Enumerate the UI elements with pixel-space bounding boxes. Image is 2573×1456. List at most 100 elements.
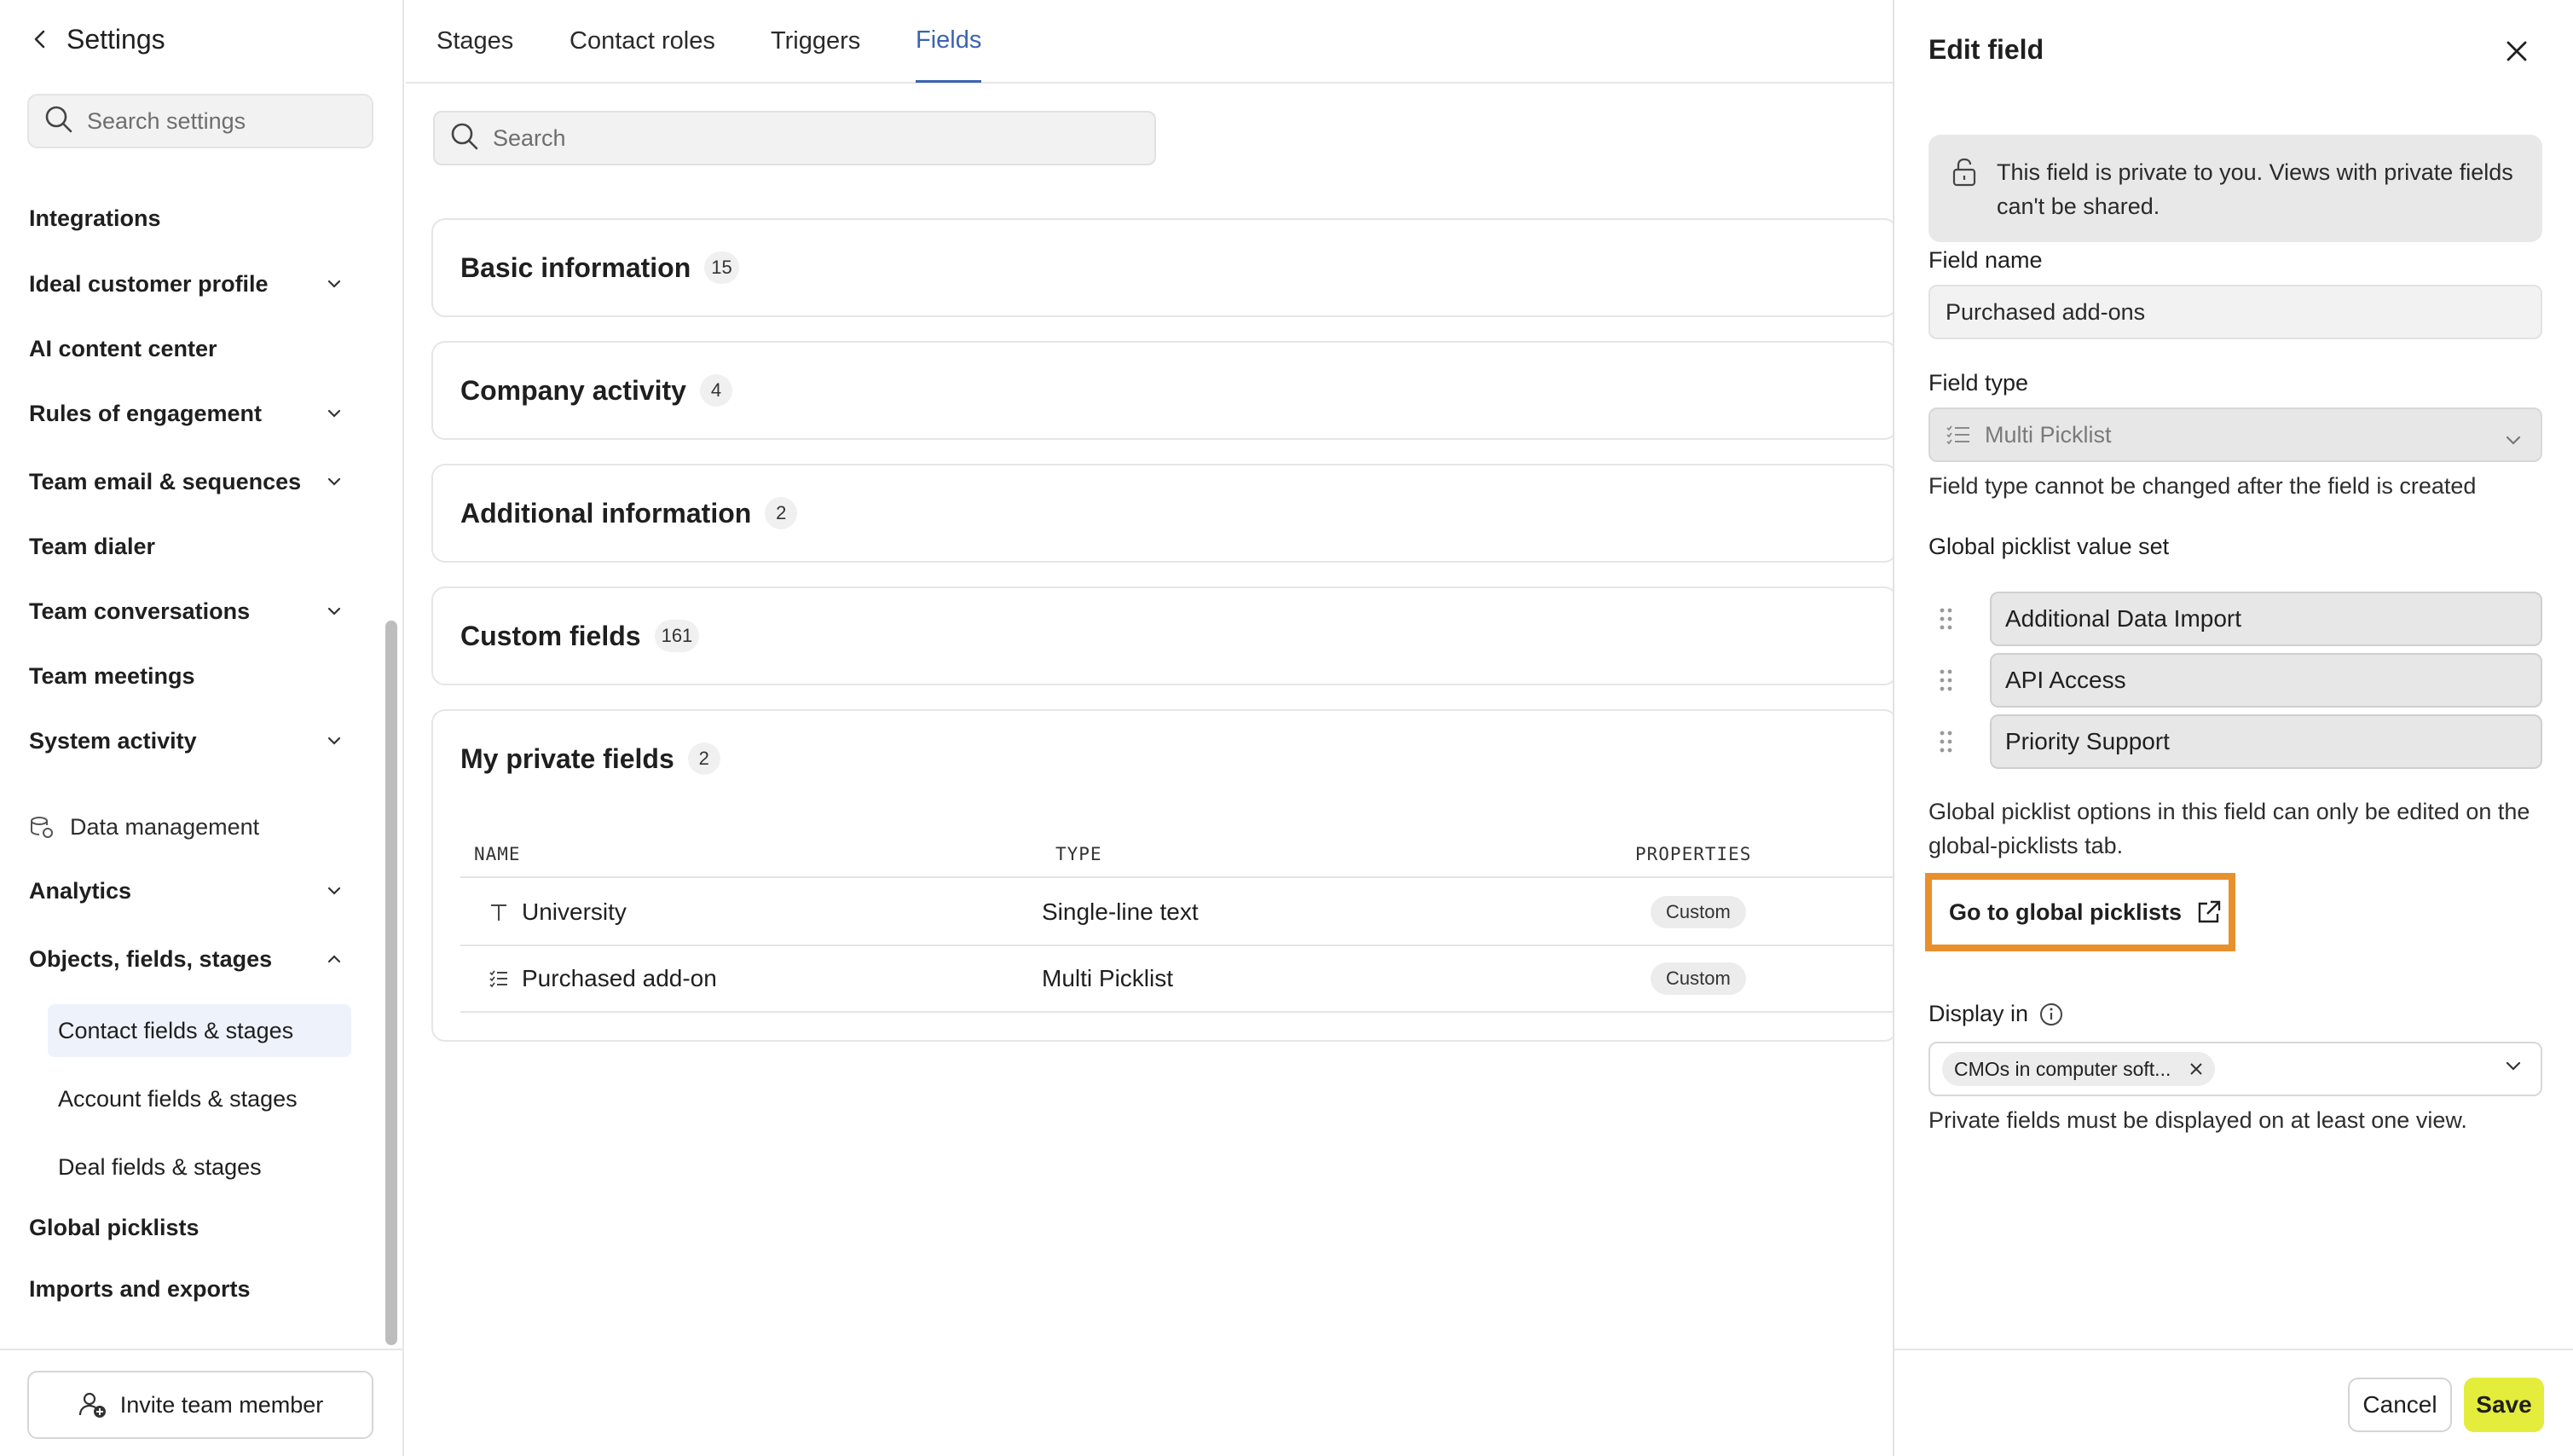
section-title: Additional information (460, 497, 752, 529)
sidebar-item-system-activity[interactable]: System activity (29, 719, 344, 763)
tab-stages[interactable]: Stages (437, 0, 513, 82)
field-type-cell: Single-line text (1042, 898, 1199, 925)
remove-chip-icon[interactable] (2189, 1062, 2203, 1076)
picklist-help: Global picklist options in this field ca… (1928, 799, 2530, 858)
picklist-row: API Access (1928, 653, 2542, 708)
field-name: University (522, 898, 627, 925)
field-type-select: Multi Picklist (1928, 407, 2542, 462)
sidebar-header: Settings (27, 19, 165, 60)
data-management-heading: Data management (29, 805, 259, 849)
tab-fields[interactable]: Fields (916, 0, 982, 83)
chevron-down-icon (324, 471, 344, 492)
cancel-button[interactable]: Cancel (2348, 1378, 2452, 1432)
tab-label: Fields (916, 26, 982, 54)
sidebar-item-imports-exports[interactable]: Imports and exports (29, 1267, 344, 1311)
sidebar-item-ideal-customer-profile[interactable]: Ideal customer profile (29, 262, 344, 306)
section-header: Company activity 4 (460, 343, 732, 438)
sidebar-item-label: Team email & sequences (29, 468, 302, 494)
invite-team-member-button[interactable]: Invite team member (27, 1371, 373, 1439)
table-row[interactable]: Purchased add-on Multi Picklist Custom (460, 946, 1896, 1013)
tab-contact-roles[interactable]: Contact roles (570, 0, 715, 82)
go-to-global-picklists-button[interactable]: Go to global picklists (1925, 873, 2235, 951)
column-header-name: NAME (474, 844, 521, 864)
sidebar-item-team-conversations[interactable]: Team conversations (29, 589, 344, 633)
section-count: 2 (687, 742, 720, 775)
settings-search-input[interactable] (87, 107, 360, 135)
table-row[interactable]: University Single-line text Custom (460, 880, 1896, 946)
field-name: Purchased add-on (522, 965, 717, 991)
tab-label: Contact roles (570, 26, 715, 55)
chevron-down-icon[interactable] (2505, 1060, 2522, 1077)
section-company-activity[interactable]: Company activity 4 (431, 341, 1898, 440)
fields-search[interactable] (433, 111, 1156, 165)
sidebar-item-team-meetings[interactable]: Team meetings (29, 654, 344, 698)
search-icon (44, 105, 73, 138)
section-count: 2 (765, 497, 798, 529)
section-custom-fields[interactable]: Custom fields 161 (431, 586, 1898, 685)
sidebar-item-global-picklists[interactable]: Global picklists (29, 1205, 344, 1250)
custom-badge: Custom (1651, 962, 1746, 995)
sidebar-item-label: AI content center (29, 335, 217, 361)
data-management-icon (29, 814, 55, 840)
sidebar-subitem-label: Contact fields & stages (58, 1017, 294, 1043)
sidebar-scrollbar[interactable] (385, 621, 397, 1345)
panel-title: Edit field (1928, 34, 2044, 65)
external-link-icon (2195, 898, 2223, 926)
sidebar-item-integrations[interactable]: Integrations (29, 196, 344, 240)
section-count: 161 (654, 620, 700, 652)
tab-triggers[interactable]: Triggers (771, 0, 860, 82)
display-in-select[interactable]: CMOs in computer soft... (1928, 1042, 2542, 1096)
picklist-row: Priority Support (1928, 714, 2542, 769)
fields-search-input[interactable] (493, 124, 1090, 152)
close-icon[interactable] (2496, 31, 2537, 72)
sidebar-title: Settings (66, 23, 165, 55)
sidebar-item-objects-fields-stages[interactable]: Objects, fields, stages (29, 937, 344, 981)
picklist-value: Priority Support (1990, 714, 2542, 769)
drag-handle-icon[interactable] (1937, 605, 1956, 637)
section-title: Basic information (460, 251, 691, 283)
sidebar-item-label: Rules of engagement (29, 400, 263, 426)
list-icon (488, 968, 510, 990)
edit-field-panel: Edit field This field is private to you.… (1893, 0, 2573, 1456)
picklist-row: Additional Data Import (1928, 592, 2542, 646)
field-type-help: Field type cannot be changed after the f… (1928, 473, 2477, 499)
private-field-notice: This field is private to you. Views with… (1928, 135, 2542, 242)
display-in-text: Display in (1928, 1001, 2029, 1026)
section-additional-information[interactable]: Additional information 2 (431, 464, 1898, 563)
drag-handle-icon[interactable] (1937, 667, 1956, 698)
invite-button-label: Invite team member (119, 1391, 324, 1418)
drag-handle-icon[interactable] (1937, 728, 1956, 760)
sidebar-item-label: Objects, fields, stages (29, 945, 273, 972)
info-icon[interactable] (2038, 1002, 2064, 1027)
section-title: My private fields (460, 742, 674, 774)
sidebar-item-label: Integrations (29, 205, 161, 231)
column-header-type: TYPE (1055, 844, 1102, 864)
sidebar-subitem-contact-fields[interactable]: Contact fields & stages (48, 1004, 351, 1057)
lock-icon (1951, 157, 1978, 197)
sidebar-item-team-email-sequences[interactable]: Team email & sequences (29, 459, 344, 504)
sidebar-item-team-dialer[interactable]: Team dialer (29, 524, 344, 569)
sidebar-subitem-deal-fields[interactable]: Deal fields & stages (48, 1141, 351, 1193)
sidebar-item-label: Ideal customer profile (29, 270, 269, 297)
display-in-help: Private fields must be displayed on at l… (1928, 1107, 2467, 1133)
save-button[interactable]: Save (2464, 1378, 2544, 1432)
panel-footer-divider (1894, 1349, 2573, 1350)
sidebar-item-ai-content-center[interactable]: AI content center (29, 326, 344, 371)
add-user-icon (78, 1390, 108, 1420)
chevron-down-icon (324, 731, 344, 751)
section-basic-information[interactable]: Basic information 15 (431, 218, 1898, 317)
data-management-label: Data management (70, 813, 260, 840)
field-name-input[interactable]: Purchased add-ons (1928, 285, 2542, 339)
sidebar-item-rules-of-engagement[interactable]: Rules of engagement (29, 391, 344, 436)
settings-sidebar: Settings Integrations Ideal customer pro… (0, 0, 404, 1456)
chip-label: CMOs in computer soft... (1954, 1057, 2171, 1080)
sidebar-subitem-account-fields[interactable]: Account fields & stages (48, 1072, 351, 1125)
sidebar-item-analytics[interactable]: Analytics (29, 869, 344, 913)
field-properties-cell: Custom (1651, 880, 1746, 945)
sidebar-item-label: Team dialer (29, 533, 156, 559)
section-header[interactable]: My private fields 2 (460, 711, 720, 806)
back-chevron-icon[interactable] (27, 22, 53, 56)
settings-search[interactable] (27, 94, 373, 148)
private-note-text: This field is private to you. Views with… (1997, 159, 2513, 219)
picklist-value: API Access (1990, 653, 2542, 708)
